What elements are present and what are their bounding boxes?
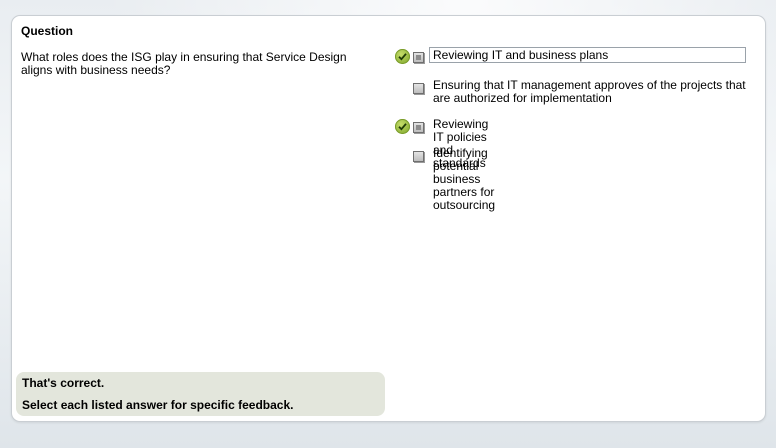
answer-label-2[interactable]: Ensuring that IT management approves of … (433, 79, 751, 105)
answer-checkbox-1[interactable] (413, 52, 424, 63)
feedback-status: That's correct. (22, 376, 105, 390)
correct-check-icon (395, 49, 410, 64)
question-text: What roles does the ISG play in ensuring… (21, 50, 347, 77)
correct-check-icon (395, 119, 410, 134)
feedback-instruction: Select each listed answer for specific f… (22, 398, 294, 412)
answer-checkbox-2[interactable] (413, 83, 424, 94)
question-heading: Question (21, 24, 74, 38)
answer-label-4[interactable]: Identifying potential business partners … (433, 147, 495, 212)
answer-checkbox-4[interactable] (413, 151, 424, 162)
answer-option-1[interactable]: Reviewing IT and business plans (393, 47, 755, 65)
answer-label-1[interactable]: Reviewing IT and business plans (429, 47, 746, 63)
question-panel: Question What roles does the ISG play in… (11, 15, 766, 422)
feedback-box: That's correct. Select each listed answe… (16, 372, 385, 416)
answer-checkbox-3[interactable] (413, 122, 424, 133)
answer-list: Reviewing IT and business plans Ensuring… (393, 47, 755, 212)
